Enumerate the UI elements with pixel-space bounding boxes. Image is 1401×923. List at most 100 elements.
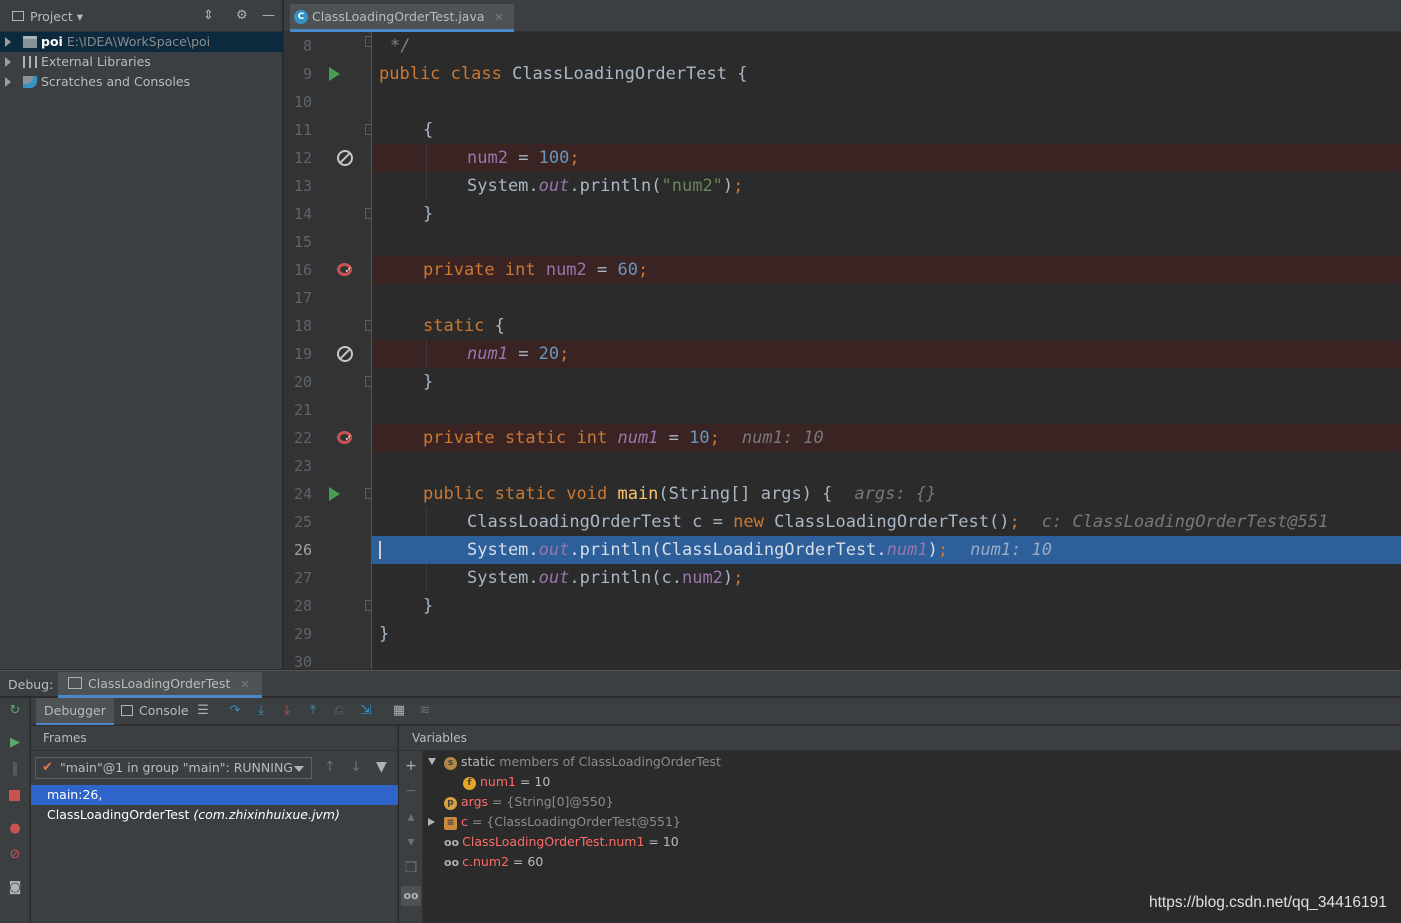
tree-item-poi[interactable]: poi E:\IDEA\WorkSpace\poi (0, 32, 283, 52)
gutter-line: 16 (284, 256, 371, 284)
stop-icon[interactable] (8, 789, 22, 803)
step-into-icon[interactable]: ⤓ (254, 704, 268, 718)
fold-icon[interactable] (365, 376, 371, 387)
gutter-line: 24 (284, 480, 371, 508)
view-breakpoints-icon[interactable]: ● (8, 822, 22, 836)
trace-icon[interactable]: ≋ (418, 704, 432, 718)
tab-console[interactable]: Console (121, 698, 189, 725)
project-tool-window: Project ▾ ⇕ ⚙ — poi E:\IDEA\WorkSpace\poi… (0, 0, 283, 669)
run-gutter-icon[interactable] (329, 487, 340, 501)
chevron-down-icon[interactable] (294, 766, 304, 772)
fold-icon[interactable] (365, 600, 371, 611)
frame-row[interactable]: main:26, ClassLoadingOrderTest (com.zhixi… (31, 785, 398, 822)
variables-header: Variables (399, 726, 1401, 751)
gutter-line: 17 (293, 289, 312, 307)
gear-icon[interactable]: ⚙ (236, 8, 248, 23)
expand-arrow-icon[interactable] (5, 37, 11, 47)
copy-icon[interactable]: ❐ (404, 861, 418, 875)
tree-item-scratches[interactable]: Scratches and Consoles (0, 72, 283, 92)
code-line-12: num2 = 100; (372, 144, 1401, 172)
resume-icon[interactable]: ▶ (8, 736, 22, 750)
code-line-28: } (423, 596, 434, 616)
gutter-line: 10 (293, 93, 312, 111)
threads-layout-icon[interactable]: ☰ (196, 704, 210, 718)
field-breakpoint-icon[interactable] (337, 256, 352, 284)
fold-icon[interactable] (365, 208, 371, 219)
gutter-line: 22 (284, 424, 371, 452)
code-line-20: } (423, 372, 434, 392)
debug-session-tab[interactable]: ClassLoadingOrderTest ✕ (58, 672, 262, 698)
editor-gutter[interactable]: 8 9 10 11 12 13 14 15 16 17 18 19 20 21 … (284, 32, 372, 669)
inline-debug-value: c: ClassLoadingOrderTest@551 (1041, 512, 1329, 532)
java-class-icon: C (294, 10, 308, 24)
gutter-line: 27 (293, 569, 312, 587)
up-icon[interactable]: ▴ (404, 810, 418, 824)
debug-top-toolbar: Debugger Console ☰ ↷ ⤓ ⤓ ⤒ ⎌ ⇲ ▦ ≋ (31, 698, 1401, 725)
close-icon[interactable]: ✕ (240, 678, 249, 691)
inline-debug-value: num1: 10 (970, 540, 1052, 560)
code-line-18: static { (423, 316, 505, 336)
debug-tool-window-header: Debug: ClassLoadingOrderTest ✕ (0, 670, 1401, 698)
step-over-icon[interactable]: ↷ (228, 704, 242, 718)
code-editor[interactable]: */ public class ClassLoadingOrderTest { … (372, 32, 1401, 669)
remove-watch-icon[interactable]: − (404, 784, 418, 798)
frame-package: (com.zhixinhuixue.jvm) (193, 807, 340, 822)
gutter-line: 14 (284, 200, 371, 228)
expand-arrow-icon[interactable] (5, 57, 11, 67)
rerun-icon[interactable]: ↻ (8, 704, 22, 718)
expand-arrow-icon[interactable] (5, 77, 11, 87)
gutter-line: 23 (293, 457, 312, 475)
code-line-19: num1 = 20; (372, 340, 1401, 368)
camera-icon[interactable]: ◙ (8, 881, 22, 895)
breakpoint-disabled-icon[interactable] (337, 346, 353, 362)
down-icon[interactable]: ↓ (350, 759, 362, 775)
tree-item-label: poi (41, 34, 63, 49)
force-step-into-icon[interactable]: ⤓ (280, 704, 294, 718)
fold-icon[interactable] (365, 124, 371, 135)
fold-icon[interactable] (365, 488, 371, 499)
code-line-25: ClassLoadingOrderTest c = new ClassLoadi… (372, 508, 1401, 536)
code-line-16: private int num2 = 60; (372, 256, 1401, 284)
add-watch-icon[interactable]: + (404, 759, 418, 773)
tree-item-label: External Libraries (41, 54, 151, 69)
filter-icon[interactable]: ▼ (376, 759, 387, 775)
step-out-icon[interactable]: ⤒ (306, 704, 320, 718)
fold-icon[interactable] (365, 36, 371, 47)
project-view-selector[interactable]: Project ▾ (30, 9, 83, 24)
editor-tab-classloadingordertest[interactable]: C ClassLoadingOrderTest.java ✕ (290, 4, 514, 32)
library-icon (23, 56, 37, 68)
breakpoint-disabled-icon[interactable] (337, 150, 353, 166)
pause-icon[interactable]: ‖ (8, 762, 22, 776)
tree-item-external-libraries[interactable]: External Libraries (0, 52, 283, 72)
fold-icon[interactable] (365, 320, 371, 331)
inline-debug-value: args: {} (854, 484, 937, 504)
close-icon[interactable]: ✕ (494, 11, 503, 24)
gutter-line: 19 (284, 340, 371, 368)
run-to-cursor-icon[interactable]: ⇲ (359, 704, 373, 718)
run-gutter-icon[interactable] (329, 67, 340, 81)
thread-select[interactable]: ✔ "main"@1 in group "main": RUNNING (35, 757, 312, 779)
gutter-line: 20 (284, 368, 371, 396)
frames-header: Frames (31, 726, 397, 751)
glasses-icon[interactable]: oo (401, 886, 421, 906)
drop-frame-icon[interactable]: ⎌ (332, 704, 346, 718)
code-line-9: public class ClassLoadingOrderTest { (379, 64, 748, 84)
field-breakpoint-icon[interactable] (337, 424, 352, 452)
thread-check-icon: ✔ (42, 760, 53, 775)
evaluate-icon[interactable]: ▦ (392, 704, 406, 718)
parameter-icon: p (444, 797, 457, 810)
frames-panel: Frames ✔ "main"@1 in group "main": RUNNI… (31, 726, 398, 923)
editor-tab-bar: C ClassLoadingOrderTest.java ✕ (284, 0, 1401, 32)
collapse-all-icon[interactable]: ⇕ (203, 8, 214, 23)
down-icon[interactable]: ▾ (404, 835, 418, 849)
gutter-line-current: 26 (293, 541, 312, 559)
up-icon[interactable]: ↑ (324, 759, 336, 775)
gutter-line: 15 (293, 233, 312, 251)
mute-breakpoints-icon[interactable]: ⊘ (8, 848, 22, 862)
tab-debugger[interactable]: Debugger (36, 698, 114, 725)
gutter-line: 21 (293, 401, 312, 419)
hide-panel-icon[interactable]: — (262, 8, 275, 23)
run-config-icon (68, 677, 82, 689)
code-line-8: */ (390, 36, 411, 56)
code-line-11: { (423, 120, 434, 140)
